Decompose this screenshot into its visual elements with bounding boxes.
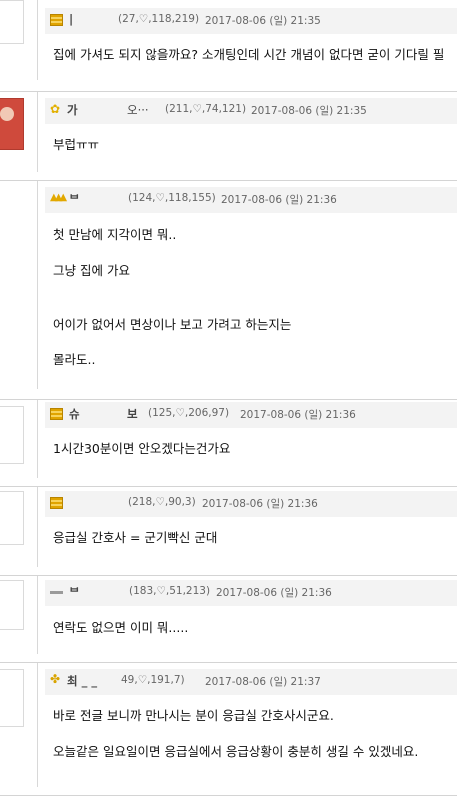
comment-text-line: 그냥 집에 가요 <box>53 263 130 278</box>
avatar[interactable] <box>0 406 24 464</box>
avatar[interactable] <box>0 491 24 545</box>
comment-text-line: 첫 만남에 지각이면 뭐.. <box>53 227 177 242</box>
comment-text-line: 어이가 없어서 면상이나 보고 가려고 하는지는 <box>53 317 292 332</box>
divider <box>37 400 38 478</box>
comment-7: ✤ 최 _ _ 49,♡,191,7) 2017-08-06 (일) 21:37… <box>0 662 457 807</box>
comment-header: ▲▲▲ ᄇ (124,♡,118,155) 2017-08-06 (일) 21:… <box>45 187 457 213</box>
nickname[interactable]: 슈 <box>69 406 80 422</box>
comment-text: 부럽ㅠㅠ <box>53 137 100 152</box>
nickname-suffix: 보 <box>127 407 138 421</box>
level-icon <box>50 408 63 420</box>
comment-text-line: 오늘같은 일요일이면 응급실에서 응급상황이 충분히 생길 수 있겠네요. <box>53 744 419 759</box>
avatar[interactable] <box>0 580 24 630</box>
level-icon <box>50 591 63 594</box>
comment-header: ✿ 가 오··· (211,♡,74,121) 2017-08-06 (일) 2… <box>45 98 457 124</box>
comment-date: 2017-08-06 (일) 21:35 <box>205 15 321 27</box>
avatar[interactable] <box>0 0 24 44</box>
divider <box>37 663 38 787</box>
nickname[interactable]: ᄇ <box>69 191 80 207</box>
nickname[interactable]: 가 <box>67 102 78 118</box>
comment-text: 연락도 없으면 이미 뭐..... <box>53 620 189 635</box>
comment-date: 2017-08-06 (일) 21:36 <box>202 498 318 510</box>
divider <box>37 92 38 172</box>
comment-date: 2017-08-06 (일) 21:36 <box>216 587 332 599</box>
comment-header: ✤ 최 _ _ 49,♡,191,7) 2017-08-06 (일) 21:37 <box>45 669 457 695</box>
nickname[interactable]: ᄇ <box>69 584 80 600</box>
level-icon: ✿ <box>50 102 61 116</box>
avatar[interactable] <box>0 669 24 727</box>
comment-date: 2017-08-06 (일) 21:36 <box>221 194 337 206</box>
level-icon: ✤ <box>50 672 61 686</box>
comment-5: (218,♡,90,3) 2017-08-06 (일) 21:36 응급실 간호… <box>0 486 457 575</box>
comment-2: ✿ 가 오··· (211,♡,74,121) 2017-08-06 (일) 2… <box>0 91 457 180</box>
comment-4: 슈 보 (125,♡,206,97) 2017-08-06 (일) 21:36 … <box>0 399 457 486</box>
divider <box>37 487 38 567</box>
nickname-suffix: 오··· <box>127 103 149 117</box>
level-icon: ▲▲▲ <box>50 192 67 203</box>
comment-date: 2017-08-06 (일) 21:37 <box>205 676 321 688</box>
comment-stats: (218,♡,90,3) <box>128 496 196 508</box>
divider <box>37 0 38 80</box>
comment-stats: (125,♡,206,97) <box>148 407 230 419</box>
comment-header: | (27,♡,118,219) 2017-08-06 (일) 21:35 <box>45 8 457 34</box>
comment-1: | (27,♡,118,219) 2017-08-06 (일) 21:35 집에… <box>0 0 457 90</box>
level-icon <box>50 497 63 509</box>
comment-stats: (183,♡,51,213) <box>129 585 211 597</box>
avatar[interactable] <box>0 98 24 150</box>
comment-stats: (211,♡,74,121) <box>165 103 247 115</box>
bottom-border <box>0 795 457 796</box>
comment-date: 2017-08-06 (일) 21:35 <box>251 105 367 117</box>
divider <box>37 576 38 654</box>
comment-header: (218,♡,90,3) 2017-08-06 (일) 21:36 <box>45 491 457 517</box>
avatar[interactable] <box>0 193 18 241</box>
comment-stats: 49,♡,191,7) <box>121 674 185 686</box>
comment-stats: (27,♡,118,219) <box>118 13 200 25</box>
divider <box>37 181 38 389</box>
comment-header: ᄇ (183,♡,51,213) 2017-08-06 (일) 21:36 <box>45 580 457 606</box>
comment-text: 집에 가셔도 되지 않을까요? 소개팅인데 시간 개념이 없다면 굳이 기다릴 … <box>53 47 445 62</box>
comment-text: 응급실 간호사 = 군기빡신 군대 <box>53 530 218 545</box>
comment-text-line: 바로 전글 보니까 만나시는 분이 응급실 간호사시군요. <box>53 708 334 723</box>
comment-3: ▲▲▲ ᄇ (124,♡,118,155) 2017-08-06 (일) 21:… <box>0 180 457 399</box>
comment-stats: (124,♡,118,155) <box>128 192 216 204</box>
comment-text-line: 몰라도.. <box>53 352 96 367</box>
level-icon <box>50 14 63 26</box>
comment-6: ᄇ (183,♡,51,213) 2017-08-06 (일) 21:36 연락… <box>0 575 457 662</box>
comment-text: 1시간30분이면 안오겠다는건가요 <box>53 441 231 456</box>
nickname[interactable]: 최 _ _ <box>67 673 97 689</box>
comment-date: 2017-08-06 (일) 21:36 <box>240 409 356 421</box>
comment-header: 슈 보 (125,♡,206,97) 2017-08-06 (일) 21:36 <box>45 402 457 428</box>
nickname[interactable]: | <box>69 12 73 26</box>
